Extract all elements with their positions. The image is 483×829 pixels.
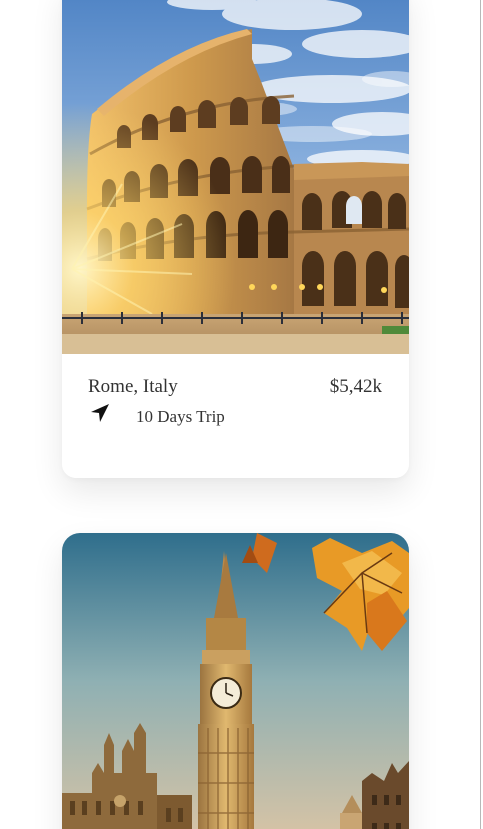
destination-info: Rome, Italy $5,42k 10 Days Trip (62, 354, 409, 478)
destination-title: Rome, Italy (88, 376, 178, 397)
colosseum-photo (62, 0, 409, 354)
big-ben-photo (62, 533, 409, 829)
trip-duration: 10 Days Trip (136, 407, 225, 426)
destination-card-rome[interactable]: Rome, Italy $5,42k 10 Days Trip (62, 0, 409, 478)
window-edge-divider (480, 0, 481, 829)
navigation-arrow-icon (91, 404, 109, 422)
destinations-page: Rome, Italy $5,42k 10 Days Trip (0, 0, 483, 829)
destination-price: $5,42k (329, 376, 382, 397)
destination-card-london[interactable] (62, 533, 409, 829)
